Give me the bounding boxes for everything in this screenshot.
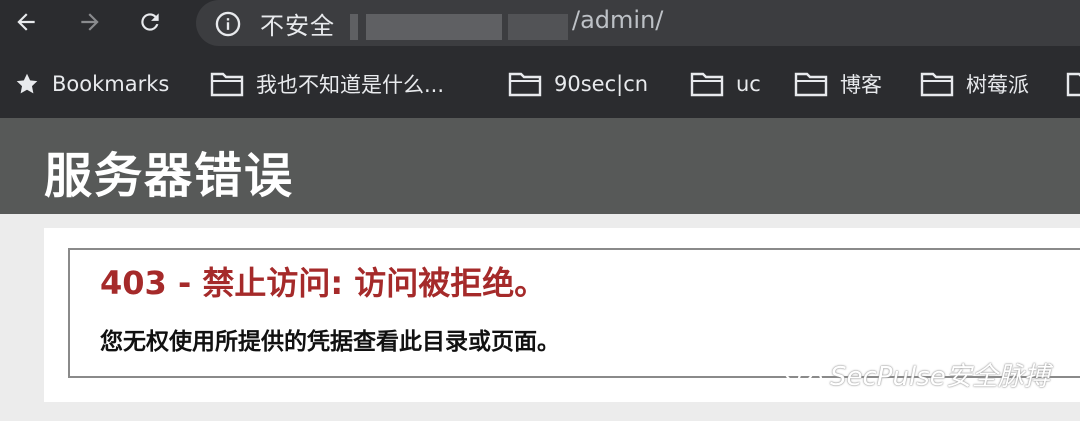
- redacted-url: [508, 14, 568, 40]
- reload-button[interactable]: [134, 6, 166, 38]
- page-title: 服务器错误: [44, 148, 295, 204]
- bookmark-folder-unknown[interactable]: 我也不知道是什么...: [210, 68, 444, 100]
- folder-icon: [920, 72, 954, 97]
- bookmark-folder-raspberry-pi[interactable]: 树莓派: [920, 68, 1029, 100]
- star-icon: [16, 73, 38, 94]
- bookmark-label: 树莓派: [966, 73, 1029, 97]
- redacted-url: [350, 14, 358, 40]
- browser-toolbar: 不安全 /admin/ Bookmarks 我也不知道是什么... 90sec|…: [0, 0, 1080, 118]
- bookmark-folder-blog[interactable]: 博客: [794, 68, 882, 100]
- not-secure-label: 不安全: [260, 12, 335, 40]
- forward-button[interactable]: [74, 6, 106, 38]
- folder-icon: [690, 72, 724, 97]
- error-title: 403 - 禁止访问: 访问被拒绝。: [100, 264, 547, 302]
- bookmark-label: Bookmarks: [52, 72, 170, 96]
- bookmark-label: uc: [736, 72, 761, 96]
- bookmark-folder-uc[interactable]: uc: [690, 68, 761, 100]
- bookmarks-button[interactable]: Bookmarks: [14, 68, 169, 100]
- watermark: SecPulse安全脉搏: [784, 356, 1050, 393]
- folder-icon: [210, 72, 244, 97]
- address-bar[interactable]: 不安全 /admin/: [196, 0, 1080, 46]
- bookmark-label: 我也不知道是什么...: [256, 73, 445, 97]
- bookmark-folder-overflow[interactable]: [1066, 68, 1080, 100]
- page-header: 服务器错误: [0, 118, 1080, 214]
- error-description: 您无权使用所提供的凭据查看此目录或页面。: [100, 329, 560, 355]
- reload-icon: [141, 13, 159, 31]
- arrow-left-icon: [17, 13, 35, 31]
- wechat-icon: [784, 359, 823, 389]
- bookmark-folder-90sec[interactable]: 90sec|cn: [508, 68, 648, 100]
- folder-icon: [794, 72, 828, 97]
- watermark-text: SecPulse安全脉搏: [830, 362, 1050, 392]
- bookmarks-bar: Bookmarks 我也不知道是什么... 90sec|cn uc 博客 树莓派: [0, 62, 1080, 106]
- back-button[interactable]: [10, 6, 42, 38]
- folder-icon: [1066, 72, 1080, 97]
- site-info-button[interactable]: [214, 10, 242, 42]
- url-path: /admin/: [572, 6, 664, 34]
- info-icon: [215, 11, 241, 37]
- bookmark-label: 90sec|cn: [554, 72, 649, 96]
- bookmark-label: 博客: [840, 73, 882, 97]
- redacted-url: [366, 14, 502, 40]
- arrow-right-icon: [81, 13, 99, 31]
- folder-icon: [508, 72, 542, 97]
